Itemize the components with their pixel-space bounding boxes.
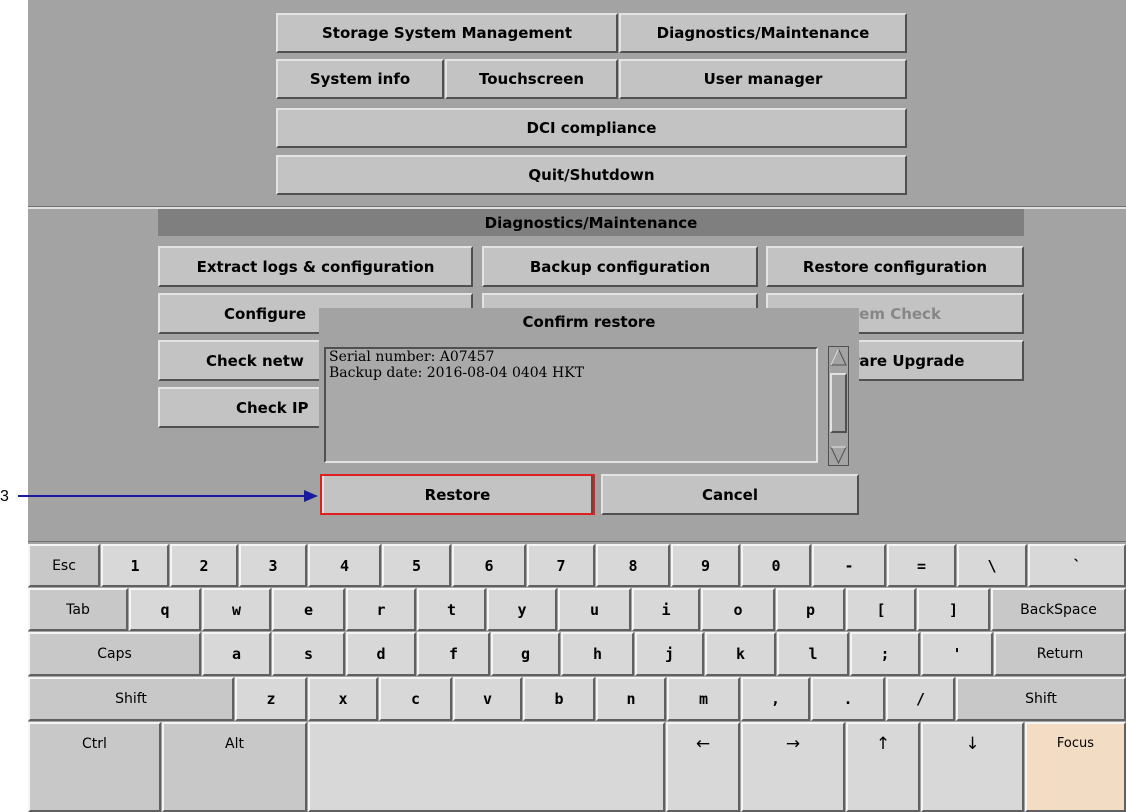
key-equals[interactable]: =	[887, 544, 956, 587]
key-left-arrow[interactable]: ←	[666, 722, 740, 812]
key-y[interactable]: y	[487, 588, 557, 631]
scroll-up-arrow-icon[interactable]	[830, 348, 847, 366]
key-slash[interactable]: /	[886, 677, 955, 721]
key-h[interactable]: h	[561, 632, 634, 676]
dialog-title: Confirm restore	[522, 313, 656, 331]
extract-logs-button[interactable]: Extract logs & configuration	[158, 246, 473, 287]
key-s[interactable]: s	[272, 632, 345, 676]
key-t[interactable]: t	[417, 588, 486, 631]
key-return[interactable]: Return	[994, 632, 1126, 676]
key-up-arrow[interactable]: ↑	[846, 722, 920, 812]
key-q[interactable]: q	[129, 588, 201, 631]
diagnostics-maintenance-button[interactable]: Diagnostics/Maintenance	[619, 13, 907, 53]
key-right-arrow[interactable]: →	[741, 722, 845, 812]
backup-date-line: Backup date: 2016-08-04 0404 HKT	[329, 365, 585, 381]
key-g[interactable]: g	[491, 632, 560, 676]
key-u[interactable]: u	[558, 588, 631, 631]
key-left-bracket[interactable]: [	[846, 588, 916, 631]
annotation-arrow-icon	[18, 490, 318, 502]
key-4[interactable]: 4	[308, 544, 381, 587]
restore-highlight-box	[320, 474, 595, 515]
key-m[interactable]: m	[667, 677, 740, 721]
system-info-button[interactable]: System info	[276, 59, 444, 99]
key-down-arrow[interactable]: ↓	[921, 722, 1024, 812]
key-9[interactable]: 9	[671, 544, 740, 587]
scroll-down-arrow-icon[interactable]	[830, 446, 847, 464]
key-comma[interactable]: ,	[741, 677, 810, 721]
key-f[interactable]: f	[417, 632, 490, 676]
key-backslash[interactable]: \	[957, 544, 1027, 587]
user-manager-button[interactable]: User manager	[619, 59, 907, 99]
scroll-thumb[interactable]	[830, 373, 847, 433]
serial-number-line: Serial number: A07457	[329, 349, 495, 365]
scrollbar[interactable]	[828, 346, 849, 466]
panel-title: Diagnostics/Maintenance	[158, 209, 1024, 236]
key-tab[interactable]: Tab	[28, 588, 128, 631]
key-p[interactable]: p	[776, 588, 845, 631]
key-x[interactable]: x	[308, 677, 378, 721]
key-shift-left[interactable]: Shift	[28, 677, 234, 721]
key-right-bracket[interactable]: ]	[917, 588, 990, 631]
key-focus[interactable]: Focus	[1025, 722, 1126, 812]
cancel-button[interactable]: Cancel	[601, 474, 859, 515]
key-e[interactable]: e	[272, 588, 345, 631]
key-1[interactable]: 1	[101, 544, 169, 587]
key-7[interactable]: 7	[527, 544, 595, 587]
key-caps[interactable]: Caps	[28, 632, 201, 676]
key-o[interactable]: o	[701, 588, 775, 631]
key-a[interactable]: a	[202, 632, 271, 676]
key-d[interactable]: d	[346, 632, 416, 676]
key-alt[interactable]: Alt	[162, 722, 307, 812]
screen: Storage System Management Diagnostics/Ma…	[28, 0, 1126, 812]
key-5[interactable]: 5	[382, 544, 451, 587]
key-backtick[interactable]: `	[1028, 544, 1126, 587]
key-semicolon[interactable]: ;	[850, 632, 920, 676]
keyboard-separator	[28, 541, 1126, 542]
key-i[interactable]: i	[632, 588, 700, 631]
restore-configuration-button[interactable]: Restore configuration	[766, 246, 1024, 287]
key-minus[interactable]: -	[812, 544, 886, 587]
quit-shutdown-button[interactable]: Quit/Shutdown	[276, 155, 907, 195]
key-c[interactable]: c	[379, 677, 452, 721]
key-space[interactable]	[308, 722, 665, 812]
key-w[interactable]: w	[202, 588, 271, 631]
key-l[interactable]: l	[777, 632, 849, 676]
key-r[interactable]: r	[346, 588, 416, 631]
key-8[interactable]: 8	[596, 544, 670, 587]
key-3[interactable]: 3	[239, 544, 307, 587]
key-0[interactable]: 0	[741, 544, 811, 587]
key-period[interactable]: .	[811, 677, 885, 721]
backup-info-text: Serial number: A07457 Backup date: 2016-…	[324, 347, 818, 463]
storage-system-management-button[interactable]: Storage System Management	[276, 13, 618, 53]
dci-compliance-button[interactable]: DCI compliance	[276, 108, 907, 148]
key-esc[interactable]: Esc	[28, 544, 100, 587]
key-n[interactable]: n	[596, 677, 666, 721]
backup-configuration-button[interactable]: Backup configuration	[482, 246, 758, 287]
key-v[interactable]: v	[453, 677, 522, 721]
key-backspace[interactable]: BackSpace	[991, 588, 1126, 631]
key-j[interactable]: j	[635, 632, 704, 676]
key-z[interactable]: z	[235, 677, 307, 721]
key-6[interactable]: 6	[452, 544, 526, 587]
key-2[interactable]: 2	[170, 544, 238, 587]
key-ctrl[interactable]: Ctrl	[28, 722, 161, 812]
key-shift-right[interactable]: Shift	[956, 677, 1126, 721]
key-quote[interactable]: '	[921, 632, 993, 676]
touchscreen-button[interactable]: Touchscreen	[445, 59, 618, 99]
annotation-callout: 3	[0, 485, 320, 509]
key-b[interactable]: b	[523, 677, 595, 721]
key-k[interactable]: k	[705, 632, 776, 676]
